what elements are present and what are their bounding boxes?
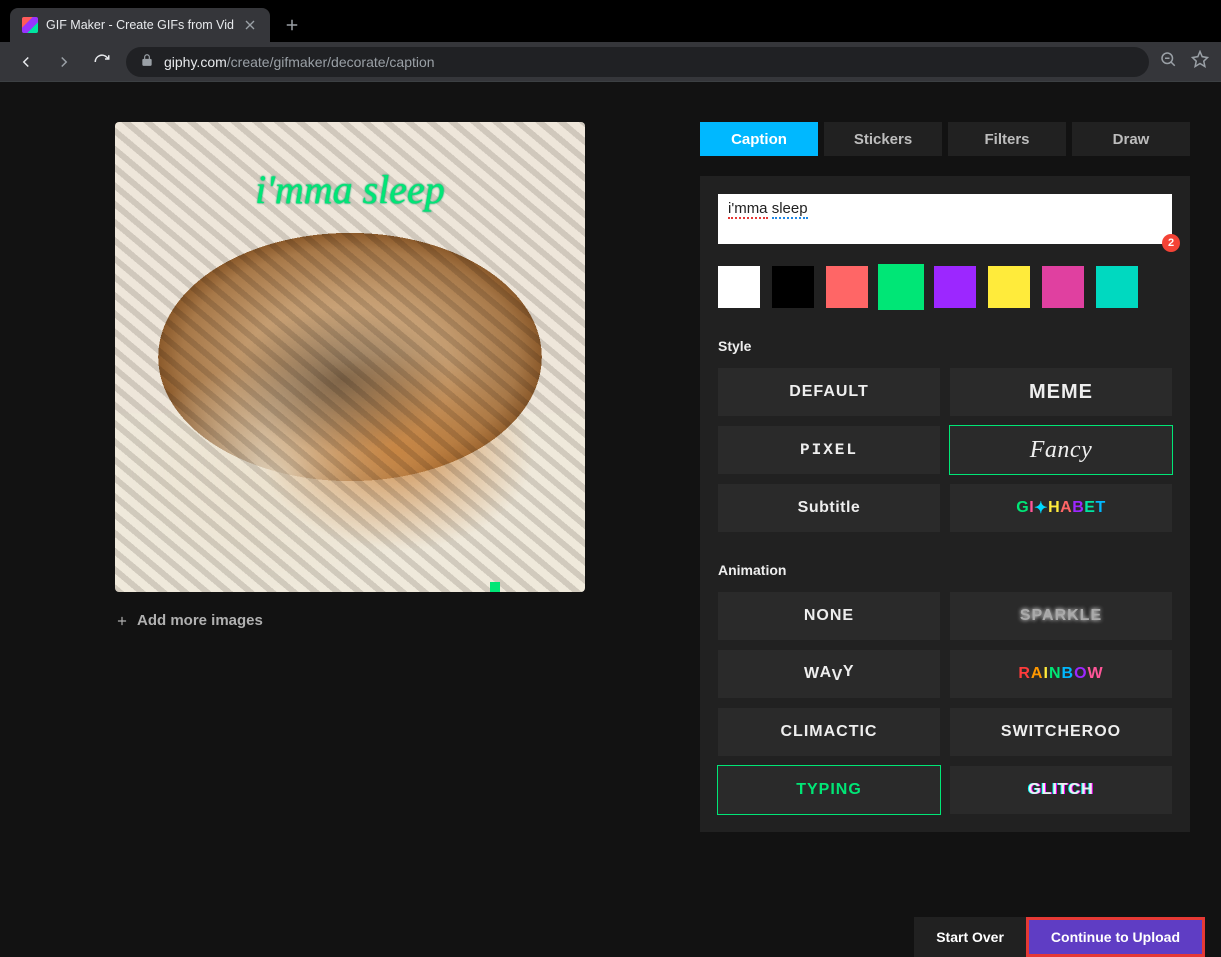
color-swatch[interactable]	[772, 266, 814, 308]
color-swatch[interactable]	[718, 266, 760, 308]
browser-tab[interactable]: GIF Maker - Create GIFs from Vid	[10, 8, 270, 42]
zoom-icon[interactable]	[1159, 50, 1177, 73]
tab-strip: GIF Maker - Create GIFs from Vid	[0, 0, 1221, 42]
forward-button[interactable]	[50, 48, 78, 76]
animation-option-climactic[interactable]: CLIMACTIC	[718, 708, 940, 756]
page-content: i'mma sleep Add more images CaptionStick…	[0, 82, 1221, 957]
animation-options: NONESPARKLEWAVYRAINBOWCLIMACTICSWITCHERO…	[718, 592, 1172, 814]
color-swatch[interactable]	[1096, 266, 1138, 308]
reload-button[interactable]	[88, 48, 116, 76]
continue-upload-button[interactable]: Continue to Upload	[1026, 917, 1205, 957]
add-more-images-button[interactable]: Add more images	[115, 612, 263, 629]
tab-caption[interactable]: Caption	[700, 122, 818, 156]
favicon	[22, 17, 38, 33]
style-option-fancy[interactable]: Fancy	[950, 426, 1172, 474]
footer-actions: Start Over Continue to Upload	[914, 917, 1205, 957]
decorate-tabs: CaptionStickersFiltersDraw	[700, 122, 1190, 156]
caption-overlay[interactable]: i'mma sleep	[115, 166, 585, 213]
controls-column: CaptionStickersFiltersDraw i'mma sleep 2…	[700, 122, 1190, 957]
close-icon[interactable]	[242, 17, 258, 33]
color-swatch[interactable]	[1042, 266, 1084, 308]
animation-section-label: Animation	[718, 562, 1172, 578]
back-button[interactable]	[12, 48, 40, 76]
caption-panel: i'mma sleep 2 Style DEFAULTMEMEPIXELFanc…	[700, 176, 1190, 832]
animation-option-wavy[interactable]: WAVY	[718, 650, 940, 698]
tab-stickers[interactable]: Stickers	[824, 122, 942, 156]
tab-draw[interactable]: Draw	[1072, 122, 1190, 156]
tab-filters[interactable]: Filters	[948, 122, 1066, 156]
style-option-subtitle[interactable]: Subtitle	[718, 484, 940, 532]
color-swatch[interactable]	[988, 266, 1030, 308]
gif-preview[interactable]: i'mma sleep	[115, 122, 585, 592]
url-text: giphy.com/create/gifmaker/decorate/capti…	[164, 54, 435, 70]
browser-toolbar: giphy.com/create/gifmaker/decorate/capti…	[0, 42, 1221, 82]
start-over-button[interactable]: Start Over	[914, 917, 1026, 957]
animation-option-glitch[interactable]: GLITCH	[950, 766, 1172, 814]
toolbar-right	[1159, 50, 1209, 73]
color-swatches	[718, 266, 1172, 308]
color-swatch[interactable]	[880, 266, 922, 308]
browser-chrome: GIF Maker - Create GIFs from Vid giphy.c…	[0, 0, 1221, 82]
color-swatch[interactable]	[826, 266, 868, 308]
star-icon[interactable]	[1191, 50, 1209, 73]
caption-count-badge: 2	[1162, 234, 1180, 252]
style-option-pixel[interactable]: PIXEL	[718, 426, 940, 474]
timeline-marker[interactable]	[490, 582, 500, 592]
caption-input[interactable]: i'mma sleep	[718, 194, 1172, 244]
style-option-giphabet[interactable]: GI✦HABET	[950, 484, 1172, 532]
new-tab-button[interactable]	[278, 11, 306, 39]
animation-option-none[interactable]: NONE	[718, 592, 940, 640]
style-options: DEFAULTMEMEPIXELFancySubtitleGI✦HABET	[718, 368, 1172, 532]
preview-column: i'mma sleep Add more images	[0, 122, 700, 957]
animation-option-sparkle[interactable]: SPARKLE	[950, 592, 1172, 640]
caption-input-wrap: i'mma sleep 2	[718, 194, 1172, 244]
animation-option-typing[interactable]: TYPING	[718, 766, 940, 814]
style-option-default[interactable]: DEFAULT	[718, 368, 940, 416]
animation-option-switcheroo[interactable]: SWITCHEROO	[950, 708, 1172, 756]
style-option-meme[interactable]: MEME	[950, 368, 1172, 416]
lock-icon	[140, 53, 154, 70]
color-swatch[interactable]	[934, 266, 976, 308]
tab-title: GIF Maker - Create GIFs from Vid	[46, 18, 234, 32]
style-section-label: Style	[718, 338, 1172, 354]
add-more-label: Add more images	[137, 612, 263, 629]
animation-option-rainbow[interactable]: RAINBOW	[950, 650, 1172, 698]
address-bar[interactable]: giphy.com/create/gifmaker/decorate/capti…	[126, 47, 1149, 77]
